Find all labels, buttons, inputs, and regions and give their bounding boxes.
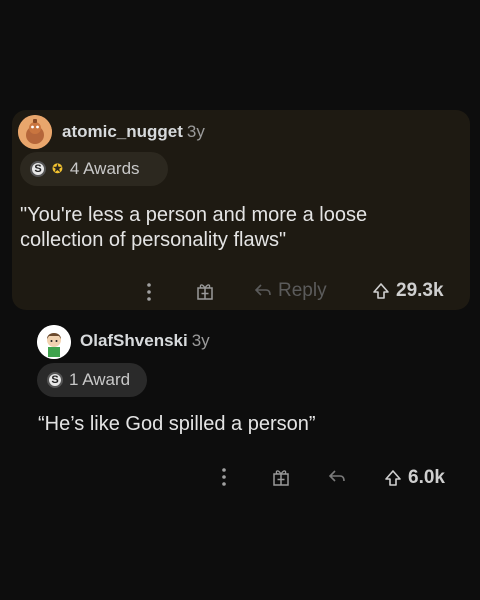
give-award-button[interactable] [196, 282, 214, 300]
silver-coin-icon: S [47, 372, 63, 388]
awards-count: 1 Award [69, 370, 131, 389]
upvote-button[interactable]: 6.0k [384, 467, 445, 489]
reply-icon [328, 470, 345, 482]
medal-icon: ✪ [52, 161, 63, 176]
more-vertical-icon [222, 468, 226, 486]
awards-badge[interactable]: S ✪ 4 Awards [20, 152, 168, 186]
comment-age: 3y [186, 122, 205, 141]
more-options-button[interactable] [221, 467, 227, 487]
highlighted-comment: atomic_nugget 3y S ✪ 4 Awards "You're les… [12, 110, 470, 310]
comment-body: "You're less a person and more a loose c… [20, 204, 368, 251]
username-text[interactable]: atomic_nugget [62, 122, 183, 141]
give-award-button[interactable] [272, 468, 290, 486]
upvote-button[interactable]: 29.3k [372, 280, 444, 302]
comment-age: 3y [191, 331, 210, 350]
vote-score: 29.3k [396, 280, 444, 301]
avatar[interactable] [18, 115, 52, 149]
awards-badge[interactable]: S 1 Award [37, 363, 147, 397]
username[interactable]: OlafShvenski 3y [80, 331, 210, 351]
more-options-button[interactable] [146, 282, 152, 302]
gift-icon [273, 470, 289, 486]
avatar[interactable] [37, 325, 71, 359]
username[interactable]: atomic_nugget 3y [62, 122, 205, 142]
gift-icon [197, 284, 213, 300]
reply-label: Reply [278, 280, 327, 301]
reply-icon [254, 284, 271, 296]
more-vertical-icon [147, 283, 151, 301]
vote-score: 6.0k [408, 467, 445, 488]
awards-count: 4 Awards [69, 159, 140, 178]
reply-button[interactable] [328, 469, 346, 485]
silver-coin-icon: S [30, 161, 46, 177]
upvote-icon [385, 470, 401, 486]
upvote-icon [373, 283, 389, 299]
username-text[interactable]: OlafShvenski [80, 331, 188, 350]
comment-body: “He’s like God spilled a person” [38, 413, 316, 435]
reply-button[interactable]: Reply [254, 280, 327, 302]
